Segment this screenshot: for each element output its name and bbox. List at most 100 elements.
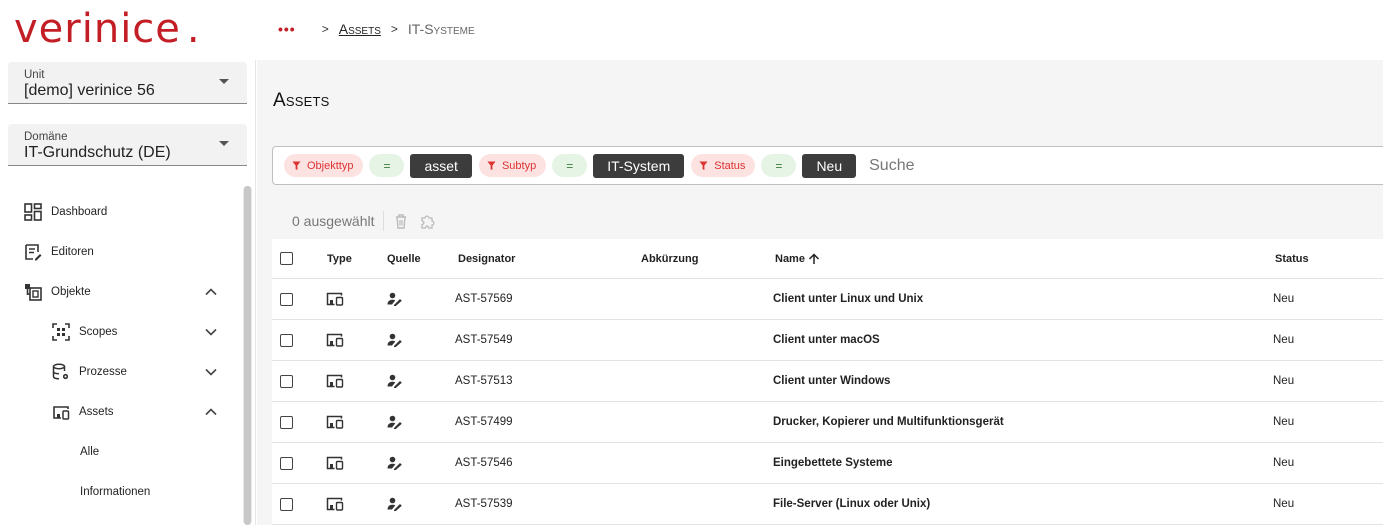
asset-type-icon — [326, 497, 344, 511]
row-designator: AST-57546 — [455, 457, 513, 469]
filter-value-chip[interactable]: asset — [410, 153, 472, 178]
filter-operator-chip[interactable]: = — [369, 154, 405, 177]
table-row[interactable]: AST-57539 File-Server (Linux oder Unix) … — [272, 484, 1383, 525]
search-input[interactable] — [869, 156, 1070, 175]
filter-icon — [292, 161, 301, 170]
sidebar-item-label: Prozesse — [79, 366, 127, 378]
filter-key-label: Status — [714, 159, 746, 172]
row-designator: AST-57569 — [455, 293, 513, 305]
sidebar-item-label: Assets — [79, 406, 114, 418]
domain-select-value: IT-Grundschutz (DE) — [24, 144, 171, 161]
breadcrumb-current: IT-Systeme — [407, 21, 475, 37]
row-checkbox[interactable] — [280, 333, 293, 347]
row-name: Client unter Windows — [773, 375, 891, 387]
sidebar-item-informationen[interactable]: Informationen — [0, 472, 240, 512]
scrollbar-thumb[interactable] — [244, 186, 251, 525]
editor-icon — [25, 244, 42, 261]
table-row[interactable]: AST-57546 Eingebettete Systeme Neu — [272, 443, 1383, 484]
filter-bar[interactable]: Objekttyp = asset Subtyp = IT-System Sta… — [272, 146, 1383, 185]
sidebar-scrollbar[interactable] — [243, 186, 252, 525]
unit-select[interactable]: Unit [demo] verinice 56 — [8, 62, 247, 104]
table-body: AST-57569 Client unter Linux und Unix Ne… — [272, 279, 1383, 525]
asset-type-icon — [326, 292, 344, 306]
row-status: Neu — [1273, 416, 1295, 428]
selection-toolbar: 0 ausgewählt — [292, 211, 448, 231]
sidebar-item-objekte[interactable]: Objekte — [0, 272, 240, 312]
breadcrumb-more-button[interactable]: ••• — [278, 21, 296, 37]
breadcrumb: ••• > Assets > IT-Systeme — [278, 20, 475, 38]
assets-icon — [53, 406, 70, 420]
table-row[interactable]: AST-57513 Client unter Windows Neu — [272, 361, 1383, 402]
selection-count: 0 ausgewählt — [292, 213, 375, 229]
sidebar: Unit [demo] verinice 56 Domäne IT-Grunds… — [0, 60, 256, 525]
row-checkbox[interactable] — [280, 374, 293, 388]
user-edit-icon — [387, 415, 402, 429]
table-row[interactable]: AST-57569 Client unter Linux und Unix Ne… — [272, 279, 1383, 320]
trash-icon[interactable] — [394, 213, 408, 229]
chevron-down-icon[interactable] — [204, 365, 218, 379]
select-all-checkbox[interactable] — [280, 252, 293, 265]
asset-type-icon — [326, 415, 344, 429]
sidebar-item-prozesse[interactable]: Prozesse — [0, 352, 240, 392]
filter-chip-objekttyp[interactable]: Objekttyp — [284, 154, 364, 177]
column-header-abbreviation[interactable]: Abkürzung — [641, 239, 698, 278]
unit-select-label: Unit — [24, 69, 45, 81]
sidebar-item-label: Dashboard — [51, 206, 108, 218]
logo-text: verinice — [14, 6, 181, 52]
objects-icon — [25, 284, 42, 301]
row-checkbox[interactable] — [280, 415, 293, 429]
filter-value-chip[interactable]: Neu — [802, 153, 857, 178]
sidebar-item-label: Informationen — [80, 486, 151, 498]
filter-chip-subtyp[interactable]: Subtyp — [478, 154, 547, 177]
user-edit-icon — [387, 292, 402, 306]
breadcrumb-separator: > — [390, 22, 398, 36]
row-status: Neu — [1273, 334, 1295, 346]
row-status: Neu — [1273, 293, 1295, 305]
sidebar-item-assets[interactable]: Assets — [0, 392, 240, 432]
column-header-designator[interactable]: Designator — [458, 239, 515, 278]
puzzle-icon[interactable] — [420, 213, 436, 229]
chevron-up-icon[interactable] — [204, 405, 218, 419]
row-status: Neu — [1273, 375, 1295, 387]
divider — [382, 211, 384, 231]
assets-table: Type Quelle Designator Abkürzung Name St… — [272, 239, 1383, 525]
chevron-up-icon[interactable] — [204, 285, 218, 299]
sidebar-item-editoren[interactable]: Editoren — [0, 232, 240, 272]
row-designator: AST-57539 — [455, 498, 513, 510]
chevron-down-icon[interactable] — [204, 325, 218, 339]
filter-value-chip[interactable]: IT-System — [593, 153, 685, 178]
row-name: File-Server (Linux oder Unix) — [773, 498, 931, 510]
column-header-type[interactable]: Type — [327, 239, 352, 278]
column-header-status[interactable]: Status — [1275, 239, 1309, 278]
table-row[interactable]: AST-57549 Client unter macOS Neu — [272, 320, 1383, 361]
page-title: Assets — [273, 90, 330, 111]
breadcrumb-assets-link[interactable]: Assets — [339, 21, 381, 37]
filter-operator-chip[interactable]: = — [761, 154, 797, 177]
row-name: Client unter macOS — [773, 334, 880, 346]
dashboard-icon — [24, 203, 42, 221]
filter-operator-chip[interactable]: = — [552, 154, 588, 177]
dropdown-arrow-icon — [219, 79, 229, 84]
breadcrumb-separator: > — [321, 22, 329, 36]
row-checkbox[interactable] — [280, 497, 293, 511]
domain-select[interactable]: Domäne IT-Grundschutz (DE) — [8, 124, 247, 166]
column-header-source[interactable]: Quelle — [387, 239, 421, 278]
asset-type-icon — [326, 456, 344, 470]
sidebar-item-scopes[interactable]: Scopes — [0, 312, 240, 352]
column-header-name[interactable]: Name — [775, 239, 820, 278]
dropdown-arrow-icon — [219, 141, 229, 146]
sidebar-item-alle[interactable]: Alle — [0, 432, 240, 472]
row-checkbox[interactable] — [280, 292, 293, 306]
row-name: Eingebettete Systeme — [773, 457, 893, 469]
user-edit-icon — [387, 456, 402, 470]
filter-icon — [699, 161, 708, 170]
user-edit-icon — [387, 497, 402, 511]
filter-chip-status[interactable]: Status — [691, 154, 756, 177]
sidebar-item-dashboard[interactable]: Dashboard — [0, 192, 240, 232]
row-name: Client unter Linux und Unix — [773, 293, 924, 305]
row-name: Drucker, Kopierer und Multifunktionsgerä… — [773, 416, 1004, 428]
row-checkbox[interactable] — [280, 456, 293, 470]
verinice-logo[interactable]: verinice. — [14, 6, 201, 52]
main-content: Assets Objekttyp = asset Subtyp = IT-Sys… — [257, 60, 1383, 525]
table-row[interactable]: AST-57499 Drucker, Kopierer und Multifun… — [272, 402, 1383, 443]
